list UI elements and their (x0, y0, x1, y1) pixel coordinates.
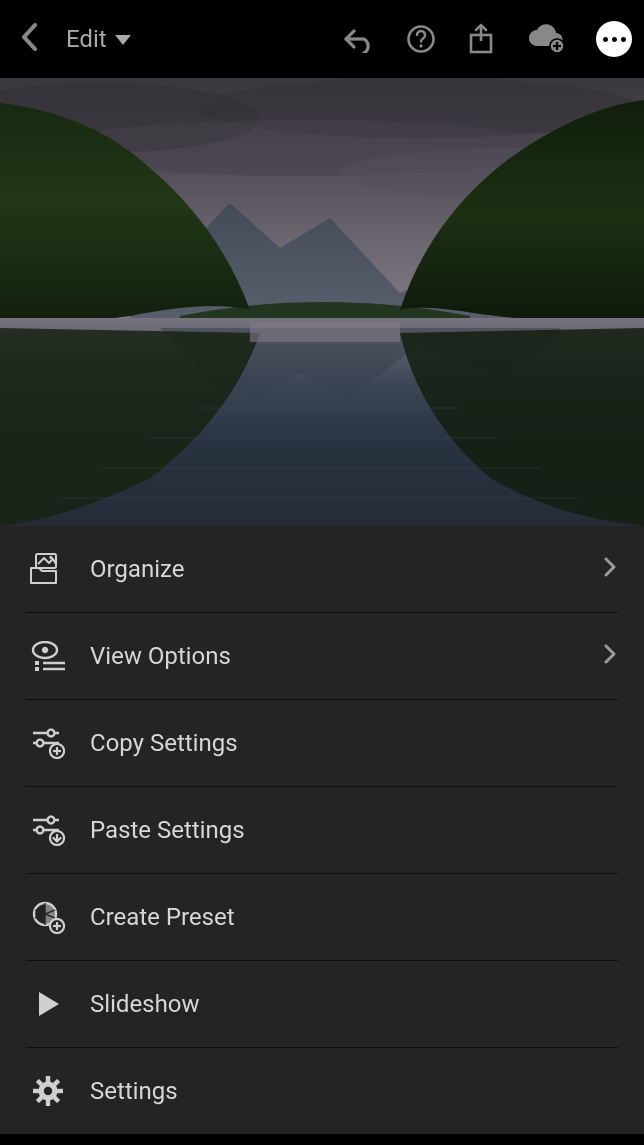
organize-icon (28, 549, 68, 589)
back-icon (20, 22, 38, 52)
menu-item-view-options[interactable]: View Options (0, 613, 644, 699)
edit-mode-dropdown[interactable]: Edit (66, 25, 131, 53)
play-icon (28, 984, 68, 1024)
view-options-icon (28, 636, 68, 676)
menu-item-label: Paste Settings (90, 816, 616, 844)
cloud-sync-button[interactable] (526, 24, 566, 54)
gear-icon (28, 1071, 68, 1111)
menu-item-label: View Options (90, 642, 604, 670)
share-button[interactable] (466, 23, 496, 55)
top-toolbar: Edit (0, 0, 644, 78)
cloud-plus-icon (526, 24, 566, 54)
menu-item-label: Settings (90, 1077, 616, 1105)
menu-item-label: Organize (90, 555, 604, 583)
menu-item-slideshow[interactable]: Slideshow (0, 961, 644, 1047)
create-preset-icon (28, 897, 68, 937)
help-icon (406, 24, 436, 54)
undo-button[interactable] (342, 25, 376, 53)
chevron-right-icon (604, 642, 616, 670)
photo-preview[interactable] (0, 78, 644, 526)
undo-icon (342, 25, 376, 53)
more-menu-button[interactable] (596, 21, 632, 57)
more-icon (603, 37, 608, 42)
paste-settings-icon (28, 810, 68, 850)
chevron-down-icon (115, 35, 131, 45)
copy-settings-icon (28, 723, 68, 763)
menu-item-label: Slideshow (90, 990, 616, 1018)
overflow-menu-panel: Organize View Options (0, 526, 644, 1134)
help-button[interactable] (406, 24, 436, 54)
landscape-photo (0, 78, 644, 526)
menu-item-organize[interactable]: Organize (0, 526, 644, 612)
menu-item-label: Copy Settings (90, 729, 616, 757)
back-button[interactable] (12, 16, 46, 62)
share-icon (466, 23, 496, 55)
menu-item-copy-settings[interactable]: Copy Settings (0, 700, 644, 786)
chevron-right-icon (604, 555, 616, 583)
menu-item-settings[interactable]: Settings (0, 1048, 644, 1134)
menu-item-label: Create Preset (90, 903, 616, 931)
menu-item-create-preset[interactable]: Create Preset (0, 874, 644, 960)
menu-item-paste-settings[interactable]: Paste Settings (0, 787, 644, 873)
edit-mode-label: Edit (66, 25, 107, 53)
